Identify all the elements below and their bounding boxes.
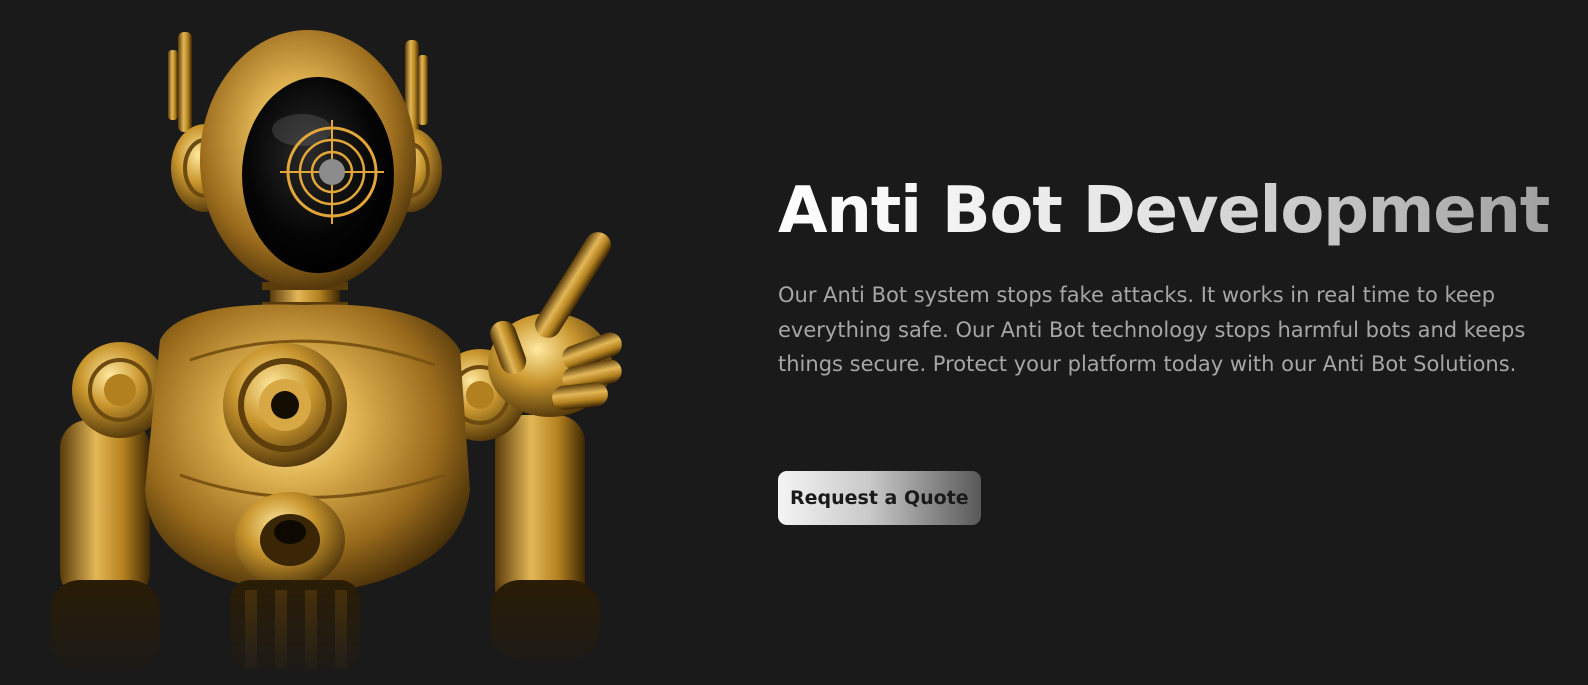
hero-content: Anti Bot Development Our Anti Bot system… [778,172,1568,382]
hero-section: Anti Bot Development Our Anti Bot system… [0,0,1588,685]
robot-illustration [40,20,660,685]
hero-description: Our Anti Bot system stops fake attacks. … [778,283,1526,376]
request-quote-button[interactable]: Request a Quote [778,471,981,525]
page-title: Anti Bot Development [778,172,1568,250]
golden-robot-icon [40,30,660,685]
